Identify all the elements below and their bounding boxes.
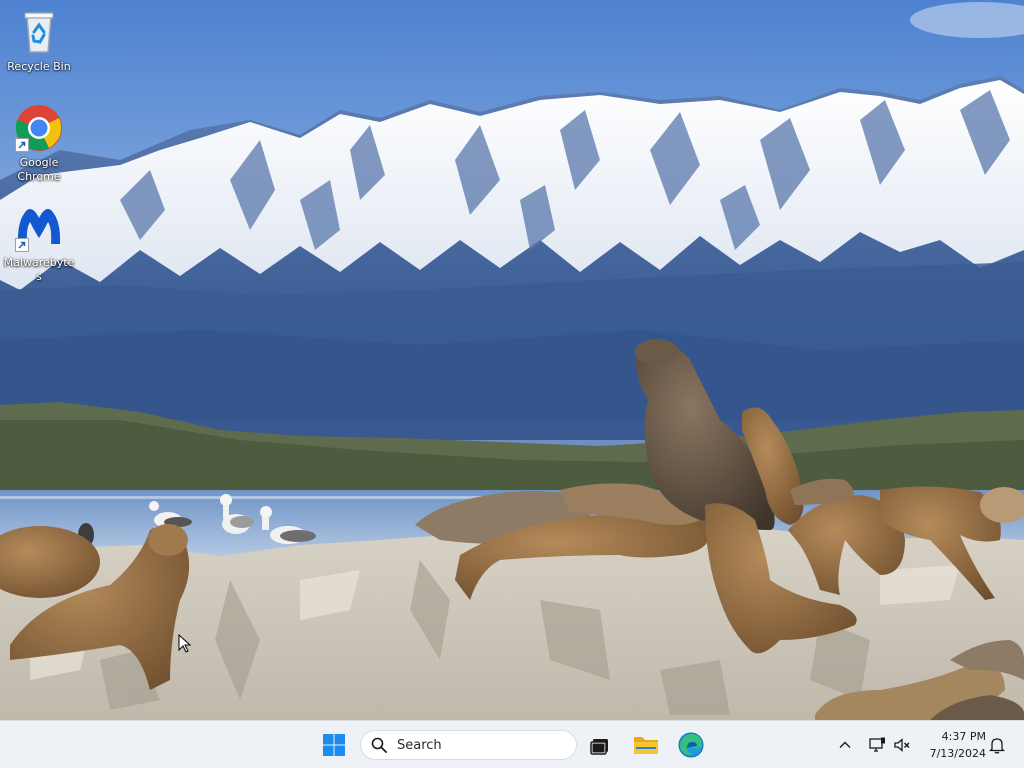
folder-icon xyxy=(634,737,658,754)
recycle-bin-icon xyxy=(15,8,63,56)
task-view-icon xyxy=(590,739,608,755)
show-hidden-icons-button[interactable] xyxy=(833,733,857,757)
search-icon xyxy=(371,737,387,753)
shortcut-arrow-icon xyxy=(15,138,29,152)
notifications-button[interactable] xyxy=(985,733,1009,757)
edge-icon xyxy=(678,732,704,758)
shortcut-arrow-icon xyxy=(15,238,29,252)
chrome-icon xyxy=(15,104,63,152)
desktop-icon-malwarebytes[interactable]: Malwarebytes xyxy=(1,204,77,284)
desktop-icon-label: Google Chrome xyxy=(17,156,61,183)
search-placeholder: Search xyxy=(397,737,442,753)
clock-date: 7/13/2024 xyxy=(929,747,986,760)
task-view-button[interactable] xyxy=(580,725,620,765)
desktop-icon-label: Malwarebytes xyxy=(3,256,75,283)
desktop-wallpaper xyxy=(0,0,1024,720)
clock-time: 4:37 PM xyxy=(941,730,986,743)
desktop-icon-google-chrome[interactable]: Google Chrome xyxy=(1,104,77,184)
file-explorer-button[interactable] xyxy=(626,725,666,765)
taskbar-search-box[interactable]: Search xyxy=(360,730,577,760)
volume-muted-icon xyxy=(894,738,910,752)
network-icon xyxy=(869,737,885,752)
malwarebytes-icon xyxy=(15,204,63,252)
windows-start-icon xyxy=(323,734,345,756)
start-button[interactable] xyxy=(314,725,354,765)
desktop-icon-recycle-bin[interactable]: Recycle Bin xyxy=(1,8,77,74)
network-button[interactable] xyxy=(865,733,889,757)
bell-icon xyxy=(989,738,1005,754)
taskbar: Search 4:37 PM 7/13/2024 xyxy=(0,720,1024,768)
edge-button[interactable] xyxy=(671,725,711,765)
desktop-icon-label: Recycle Bin xyxy=(7,60,71,73)
taskbar-clock[interactable]: 4:37 PM 7/13/2024 xyxy=(920,728,986,762)
volume-button[interactable] xyxy=(890,733,914,757)
chevron-up-icon xyxy=(839,741,851,748)
mouse-pointer-icon xyxy=(178,633,192,654)
